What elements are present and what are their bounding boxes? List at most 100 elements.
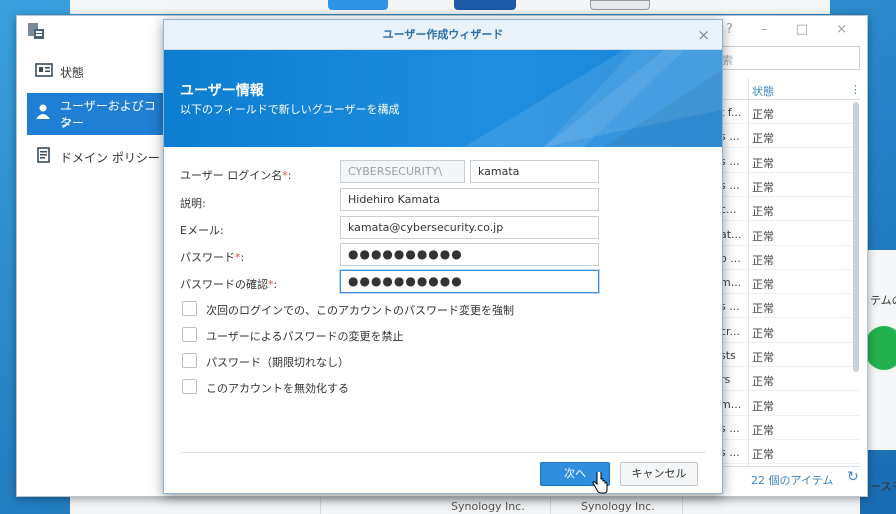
cell-name: rs xyxy=(720,373,731,387)
sidebar-item-domain-policy[interactable]: ドメイン ポリシー xyxy=(27,137,167,179)
sidebar-item-label: ター xyxy=(60,116,85,130)
table-row[interactable]: m... 正常 xyxy=(717,270,860,295)
dialog-titlebar: ユーザー作成ウィザード xyxy=(164,20,722,50)
table-row[interactable]: at... 正常 xyxy=(717,222,860,246)
search-placeholder: 索 xyxy=(722,54,733,67)
cell-status: 正常 xyxy=(752,278,774,292)
cancel-button[interactable]: キャンセル xyxy=(620,462,698,486)
checkbox-label: ユーザーによるパスワードの変更を禁止 xyxy=(206,330,404,343)
cell-name: c... xyxy=(720,203,737,217)
dialog-title: ユーザー作成ウィザード xyxy=(382,28,504,41)
label-text: パスワードの確認 xyxy=(180,278,268,291)
table-row[interactable]: sts 正常 xyxy=(717,343,860,367)
cell-status: 正常 xyxy=(752,302,774,316)
hand-cursor-icon xyxy=(592,472,608,494)
cell-status: 正常 xyxy=(752,156,774,170)
user-creation-wizard: ユーザー作成ウィザード × ユーザー情報 以下のフィールドで新しいグユーザーを構… xyxy=(163,19,723,494)
sidebar-item-label: 状態 xyxy=(60,66,85,80)
checkbox[interactable] xyxy=(182,353,197,368)
table-row[interactable]: rs 正常 xyxy=(717,367,860,392)
checkbox[interactable] xyxy=(182,327,197,342)
background-window-strip xyxy=(70,0,830,14)
cell-status: 正常 xyxy=(752,108,774,121)
login-name-label: ユーザー ログイン名*: xyxy=(180,167,292,183)
cell-name: at... xyxy=(720,227,742,241)
status-indicator-icon xyxy=(864,326,896,370)
banner-subtitle: 以下のフィールドで新しいグユーザーを構成 xyxy=(180,103,400,116)
email-input[interactable]: kamata@cybersecurity.co.jp xyxy=(340,216,599,239)
cell-status: 正常 xyxy=(752,180,774,194)
table-row[interactable]: s ... 正常 xyxy=(717,173,860,197)
cell-name: m... xyxy=(720,276,742,290)
sidebar-item-label: ドメイン ポリシー xyxy=(60,151,160,165)
cell-status: 正常 xyxy=(752,448,774,462)
cell-status: 正常 xyxy=(752,205,774,219)
footer-divider xyxy=(180,452,706,453)
label-text: ユーザー ログイン名 xyxy=(180,169,283,182)
cell-status: 正常 xyxy=(752,399,774,413)
table-row[interactable]: s ... 正常 xyxy=(717,149,860,173)
edge-text: ースモ xyxy=(870,480,896,493)
app-icon xyxy=(328,0,388,10)
confirm-password-input[interactable]: ●●●●●●●●●● xyxy=(340,270,599,293)
refresh-icon[interactable]: ↻ xyxy=(847,469,859,485)
table-row[interactable]: m... 正常 xyxy=(717,392,860,416)
table-row[interactable]: cr... 正常 xyxy=(717,319,860,343)
search-input[interactable]: 索 xyxy=(717,46,860,70)
app-icon xyxy=(454,0,516,10)
cell-name: s ... xyxy=(720,300,740,314)
description-input[interactable]: Hidehiro Kamata xyxy=(340,188,599,211)
policy-doc-icon xyxy=(37,147,50,163)
cell-name: s ... xyxy=(720,446,740,460)
cell-name: s ... xyxy=(720,130,740,144)
password-label: パスワード*: xyxy=(180,249,244,265)
cell-status: 正常 xyxy=(752,253,774,267)
checkbox[interactable] xyxy=(182,301,197,316)
table-row[interactable]: c... 正常 xyxy=(717,197,860,222)
cell-name: s ... xyxy=(720,421,740,435)
table-row[interactable]: s ... 正常 xyxy=(717,440,860,465)
table-row[interactable]: t f... 正常 xyxy=(717,100,860,124)
id-card-icon xyxy=(35,63,53,77)
edge-text: テムの xyxy=(870,294,896,307)
window-controls[interactable]: ? – □ × xyxy=(726,22,859,37)
app-icon xyxy=(590,0,650,10)
cell-status: 正常 xyxy=(752,132,774,146)
banner-title: ユーザー情報 xyxy=(180,83,264,99)
table-row[interactable]: o ... 正常 xyxy=(717,246,860,270)
table-row[interactable]: s ... 正常 xyxy=(717,124,860,149)
cell-name: t f... xyxy=(720,106,742,119)
label-colon: : xyxy=(287,169,292,182)
confirm-password-label: パスワードの確認*: xyxy=(180,276,277,292)
checkbox-label: このアカウントを無効化する xyxy=(206,382,349,395)
label-colon: : xyxy=(273,278,278,291)
grid-footer: 22 個のアイテム ↻ xyxy=(717,466,860,490)
cell-status: 正常 xyxy=(752,375,774,389)
sidebar-item-status[interactable]: 状態 xyxy=(27,52,167,94)
control-panel-icon xyxy=(28,23,44,39)
column-header-status[interactable]: 状態 xyxy=(752,83,774,99)
cell-status: 正常 xyxy=(752,229,774,243)
description-label: 説明: xyxy=(180,197,206,210)
sidebar-item-users-computers[interactable]: ユーザーおよびコン ター xyxy=(27,93,167,135)
cell-status: 正常 xyxy=(752,423,774,437)
user-icon xyxy=(36,104,50,119)
domain-field: CYBERSECURITY\ xyxy=(340,160,465,183)
cell-status: 正常 xyxy=(752,351,774,364)
cell-name: s ... xyxy=(720,178,740,192)
cell-name: m... xyxy=(720,397,742,411)
grid-header: 状態 ⋮ xyxy=(717,78,861,100)
column-menu-icon[interactable]: ⋮ xyxy=(850,83,861,96)
close-icon[interactable]: × xyxy=(697,26,710,44)
password-input[interactable]: ●●●●●●●●●● xyxy=(340,243,599,266)
scrollbar[interactable] xyxy=(853,102,859,372)
table-row[interactable]: s ... 正常 xyxy=(717,294,860,319)
table-row[interactable]: s ... 正常 xyxy=(717,416,860,440)
cell-name: cr... xyxy=(720,324,741,338)
vendor-text: Synology Inc. xyxy=(581,500,655,513)
item-count: 22 個のアイテム xyxy=(751,474,834,487)
login-name-input[interactable]: kamata xyxy=(470,160,599,183)
checkbox[interactable] xyxy=(182,379,197,394)
checkbox-label: パスワード（期限切れなし） xyxy=(206,356,349,369)
cell-name: s ... xyxy=(720,154,740,168)
